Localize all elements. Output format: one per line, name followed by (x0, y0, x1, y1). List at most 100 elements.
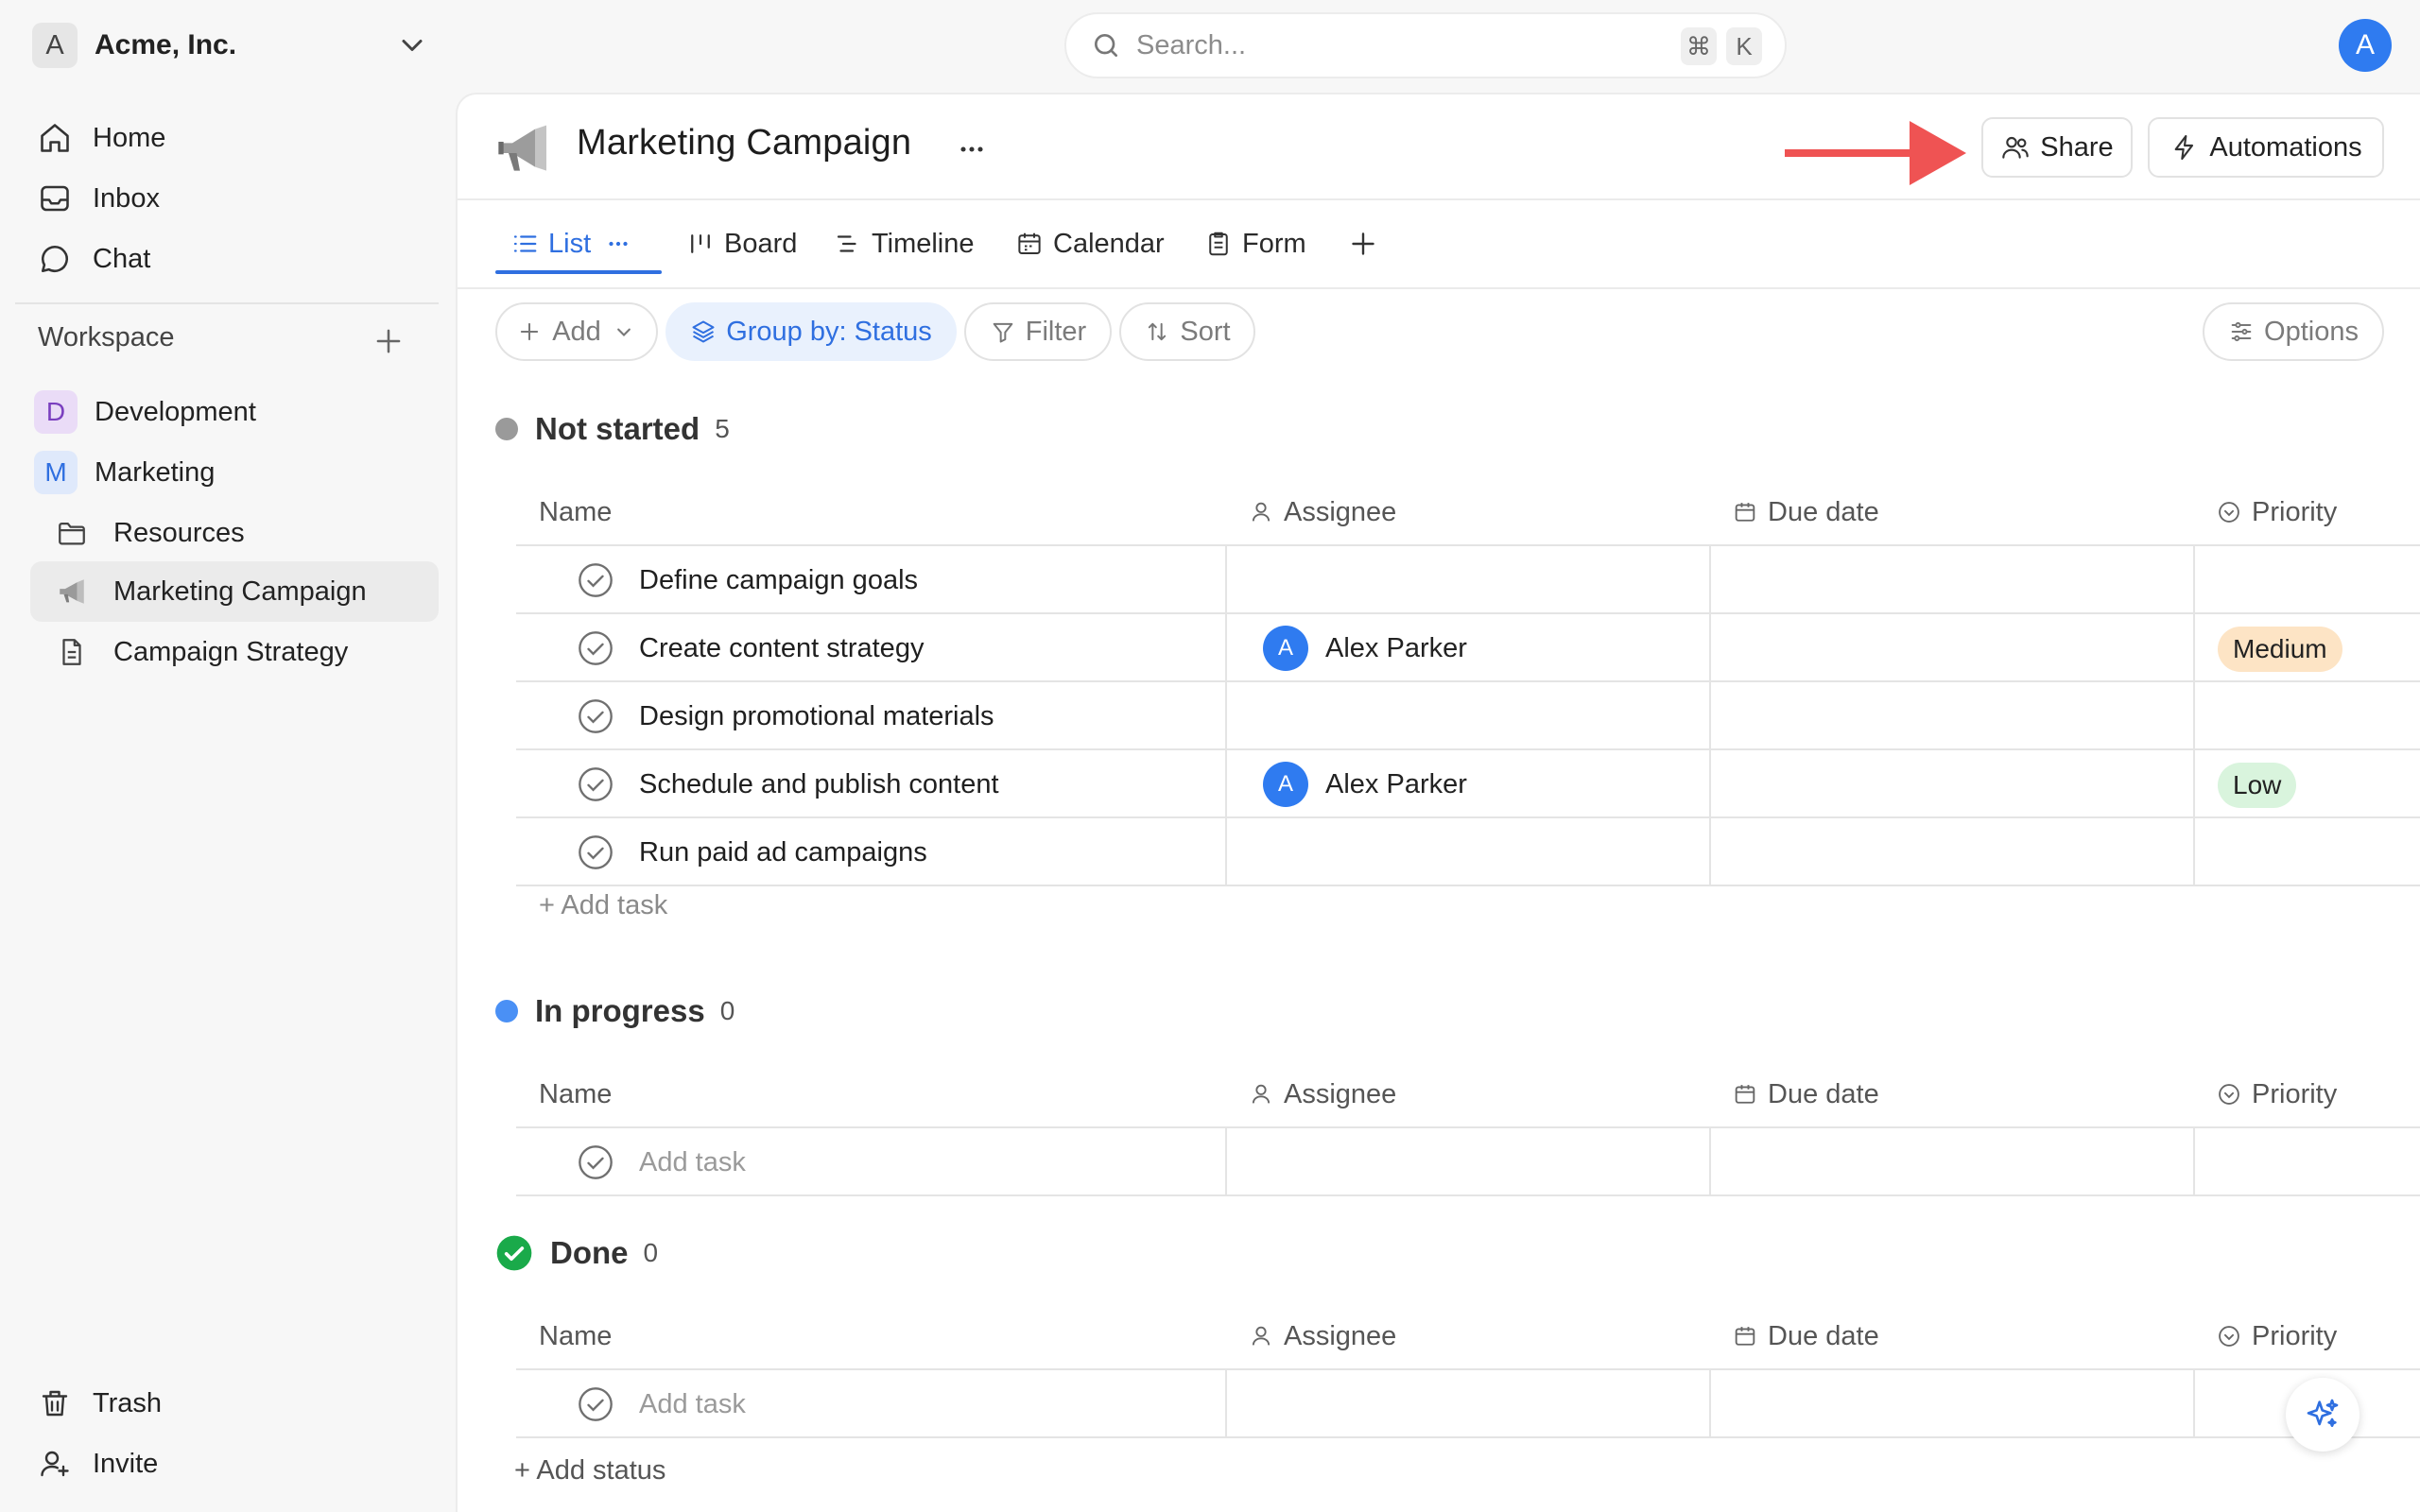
sidebar-space-development[interactable]: D Development (28, 382, 439, 442)
add-task-placeholder[interactable]: Add task (639, 1128, 746, 1196)
sort-button[interactable]: Sort (1119, 302, 1255, 361)
more-icon[interactable] (953, 132, 991, 166)
add-task-row[interactable]: Add task (516, 1128, 2420, 1196)
plus-icon (521, 322, 539, 341)
sidebar-item-campaign-strategy[interactable]: Campaign Strategy (30, 622, 439, 682)
task-name[interactable]: Define campaign goals (639, 546, 918, 614)
column-assignee[interactable]: Assignee (1248, 1060, 1396, 1128)
assignee-cell[interactable]: A Alex Parker (1263, 750, 1467, 818)
share-label: Share (2040, 131, 2114, 163)
assignee-cell[interactable]: A Alex Parker (1263, 614, 1467, 682)
priority-icon (2219, 502, 2239, 523)
column-priority[interactable]: Priority (2216, 478, 2337, 546)
sidebar-item-invite[interactable]: Invite (28, 1436, 439, 1491)
sidebar-item-resources[interactable]: Resources (30, 503, 439, 563)
share-button[interactable]: Share (1981, 117, 2133, 178)
column-name[interactable]: Name (539, 478, 612, 546)
list-icon (513, 235, 537, 252)
tab-label: Board (724, 228, 798, 259)
cell-divider (2193, 682, 2195, 750)
sidebar-item-label: Inbox (93, 182, 160, 214)
table-row[interactable]: Run paid ad campaigns (516, 818, 2420, 886)
cell-divider (1225, 614, 1227, 682)
column-due-date[interactable]: Due date (1732, 1060, 1879, 1128)
table-row[interactable]: Design promotional materials (516, 682, 2420, 750)
sidebar-item-chat[interactable]: Chat (28, 232, 439, 286)
task-table-not-started: Name Assignee Due date Priority Define c… (516, 478, 2420, 886)
invite-icon (36, 1445, 74, 1483)
cell-divider (1225, 818, 1227, 886)
table-row[interactable]: Define campaign goals (516, 546, 2420, 614)
table-row[interactable]: Schedule and publish content A Alex Park… (516, 750, 2420, 818)
sidebar-space-marketing[interactable]: M Marketing (28, 442, 439, 503)
check-circle-icon[interactable] (577, 697, 614, 735)
column-due-date[interactable]: Due date (1732, 478, 1879, 546)
sidebar-item-home[interactable]: Home (28, 111, 439, 165)
sidebar-item-marketing-campaign[interactable]: Marketing Campaign (30, 561, 439, 622)
group-count: 0 (719, 996, 735, 1025)
check-circle-icon[interactable] (577, 629, 614, 667)
user-avatar[interactable]: A (2339, 19, 2392, 72)
document-icon (53, 633, 91, 671)
task-name[interactable]: Run paid ad campaigns (639, 818, 927, 886)
column-name[interactable]: Name (539, 1060, 612, 1128)
table-row[interactable]: Create content strategy A Alex Parker Me… (516, 614, 2420, 682)
column-label: Priority (2252, 1320, 2338, 1351)
column-label: Due date (1768, 1320, 1879, 1351)
column-name[interactable]: Name (539, 1302, 612, 1370)
add-status-button[interactable]: + Add status (514, 1455, 666, 1486)
task-table-done: Name Assignee Due date Priority Add task (516, 1302, 2420, 1438)
group-header-done[interactable]: Done 0 (495, 1232, 658, 1274)
add-task-placeholder[interactable]: Add task (639, 1370, 746, 1438)
options-button[interactable]: Options (2203, 302, 2384, 361)
priority-badge[interactable]: Low (2218, 763, 2297, 808)
column-label: Due date (1768, 496, 1879, 527)
column-priority[interactable]: Priority (2216, 1060, 2337, 1128)
sidebar-item-inbox[interactable]: Inbox (28, 171, 439, 226)
group-header-not-started[interactable]: Not started 5 (495, 408, 730, 450)
ai-assistant-button[interactable] (2286, 1378, 2360, 1452)
column-priority[interactable]: Priority (2216, 1302, 2337, 1370)
search-input[interactable] (1136, 29, 1628, 61)
tab-board[interactable]: Board (686, 200, 797, 287)
check-circle-icon[interactable] (577, 833, 614, 871)
calendar-icon (1735, 503, 1755, 522)
workspace-switcher[interactable]: A Acme, Inc. (32, 19, 429, 72)
add-task-row[interactable]: Add task (516, 1370, 2420, 1438)
automations-button[interactable]: Automations (2148, 117, 2384, 178)
column-due-date[interactable]: Due date (1732, 1302, 1879, 1370)
add-view-icon[interactable] (1346, 227, 1380, 261)
sidebar: Home Inbox Chat Workspace D Development … (0, 93, 456, 1512)
sidebar-item-trash[interactable]: Trash (28, 1376, 439, 1431)
folder-icon (53, 514, 91, 552)
tabs-divider (458, 287, 2420, 289)
priority-badge[interactable]: Medium (2218, 627, 2342, 672)
tab-list[interactable]: List (510, 200, 632, 287)
add-button[interactable]: Add (495, 302, 658, 361)
cell-divider (1225, 750, 1227, 818)
cell-divider (1709, 1128, 1711, 1196)
add-space-icon[interactable] (371, 323, 406, 359)
task-name[interactable]: Schedule and publish content (639, 750, 999, 818)
tab-form[interactable]: Form (1204, 200, 1306, 287)
tab-timeline[interactable]: Timeline (834, 200, 975, 287)
check-circle-icon[interactable] (577, 765, 614, 803)
group-by-button[interactable]: Group by: Status (666, 302, 957, 361)
group-header-in-progress[interactable]: In progress 0 (495, 990, 735, 1032)
tab-label: Calendar (1053, 228, 1165, 259)
search-bar[interactable]: ⌘ K (1064, 12, 1787, 78)
task-name[interactable]: Design promotional materials (639, 682, 994, 750)
add-task-button[interactable]: + Add task (539, 890, 667, 921)
column-assignee[interactable]: Assignee (1248, 478, 1396, 546)
column-assignee[interactable]: Assignee (1248, 1302, 1396, 1370)
status-dot (495, 1000, 518, 1022)
cell-divider (2193, 1370, 2195, 1438)
check-circle-icon[interactable] (577, 561, 614, 599)
column-label: Due date (1768, 1078, 1879, 1109)
tab-more-icon[interactable] (604, 230, 632, 258)
add-label: Add (552, 316, 601, 347)
task-name[interactable]: Create content strategy (639, 614, 924, 682)
tab-calendar[interactable]: Calendar (1015, 200, 1165, 287)
filter-button[interactable]: Filter (964, 302, 1112, 361)
sidebar-item-label: Home (93, 122, 166, 153)
